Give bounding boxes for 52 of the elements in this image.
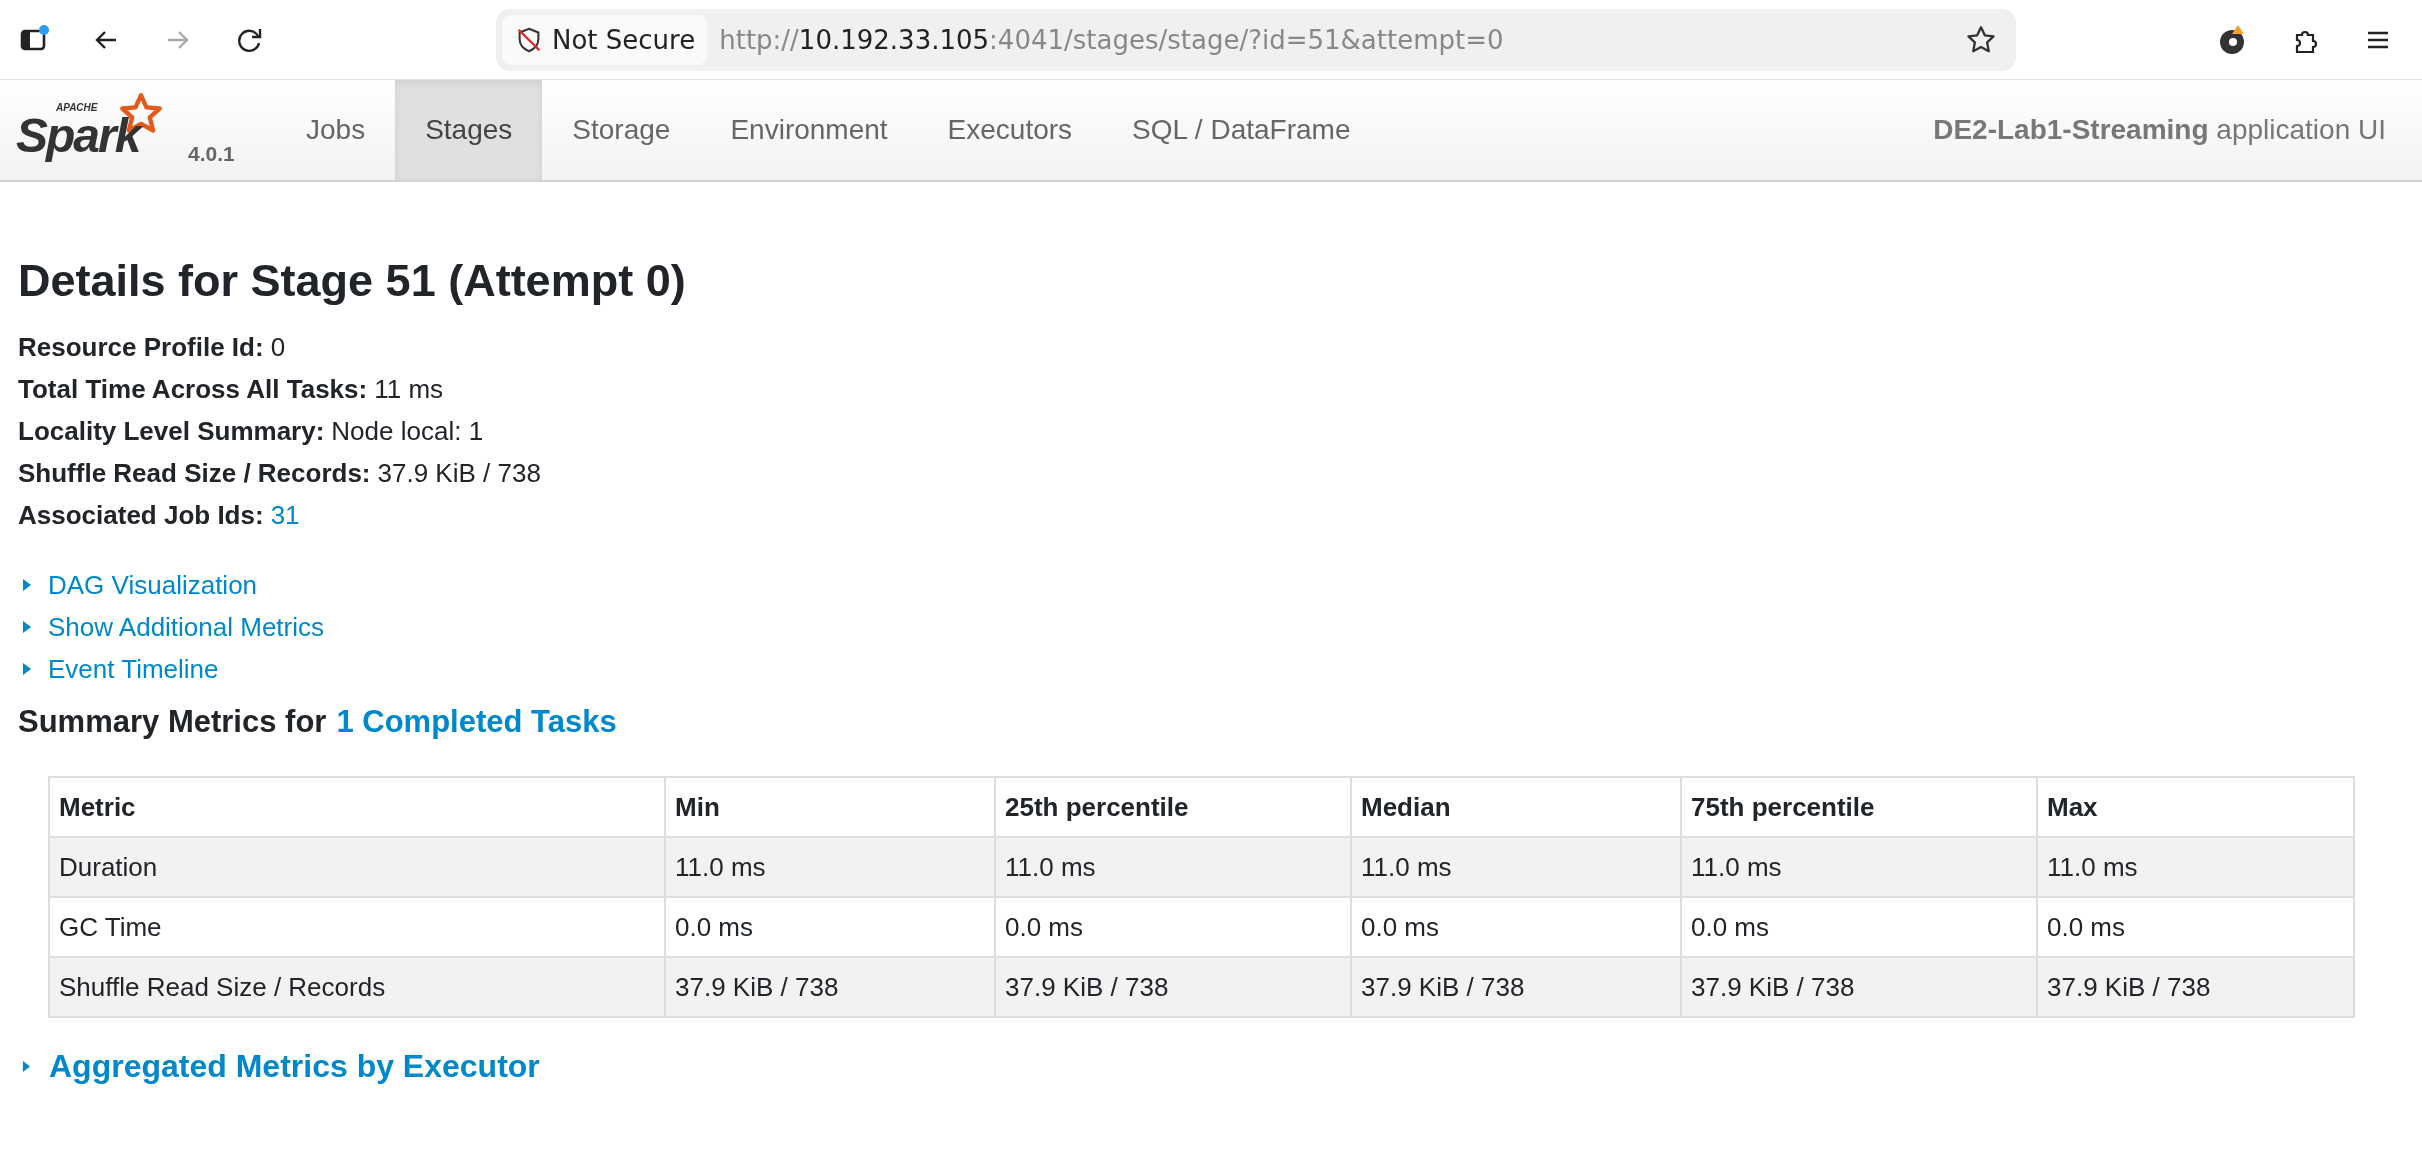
- detail-value: 0: [270, 331, 286, 364]
- detail-label: Resource Profile Id:: [18, 331, 264, 364]
- column-header: 75th percentile: [1681, 777, 2037, 837]
- detail-label: Total Time Across All Tasks:: [18, 373, 368, 406]
- column-header: Metric: [49, 777, 665, 837]
- url-text: http://10.192.33.105:4041/stages/stage/?id=51&attempt=0: [719, 24, 1505, 55]
- table-cell: 37.9 KiB / 738: [2037, 957, 2354, 1017]
- nav-tab[interactable]: Environment: [700, 80, 918, 180]
- column-header: Max: [2037, 777, 2354, 837]
- table-cell: 11.0 ms: [995, 837, 1351, 897]
- page-title: Details for Stage 51 (Attempt 0): [18, 254, 687, 308]
- table-cell: 11.0 ms: [665, 837, 995, 897]
- detail-label: Associated Job Ids:: [18, 499, 264, 532]
- table-cell: 37.9 KiB / 738: [1681, 957, 2037, 1017]
- security-indicator[interactable]: Not Secure: [502, 14, 708, 65]
- caret-right-icon[interactable]: [22, 620, 32, 634]
- address-bar[interactable]: Not Secure http://10.192.33.105:4041/stages/stage/?id=51&attempt=0: [496, 8, 2016, 71]
- security-label: Not Secure: [552, 24, 696, 55]
- nav-tab[interactable]: Stages: [395, 80, 543, 180]
- table-cell: 11.0 ms: [1681, 837, 2037, 897]
- table-cell: Shuffle Read Size / Records: [49, 957, 665, 1017]
- nav-tab[interactable]: Executors: [917, 80, 1103, 180]
- table-cell: 37.9 KiB / 738: [665, 957, 995, 1017]
- caret-right-icon[interactable]: [22, 662, 32, 676]
- version-label: 4.0.1: [188, 142, 235, 166]
- nav-tab[interactable]: Jobs: [276, 80, 396, 180]
- expand-link[interactable]: DAG Visualization: [48, 564, 258, 606]
- table-cell: Duration: [49, 837, 665, 897]
- section-heading: Summary Metrics for: [18, 704, 327, 740]
- expand-link[interactable]: Aggregated Metrics by Executor: [49, 1048, 540, 1085]
- table-cell: 37.9 KiB / 738: [1351, 957, 1681, 1017]
- nav-tab[interactable]: Storage: [542, 80, 701, 180]
- column-header: 25th percentile: [995, 777, 1351, 837]
- completed-tasks-link[interactable]: 1 Completed Tasks: [336, 704, 617, 740]
- table-cell: 37.9 KiB / 738: [995, 957, 1351, 1017]
- caret-right-icon[interactable]: [22, 578, 32, 592]
- detail-link[interactable]: 31: [270, 494, 300, 536]
- detail-value: 37.9 KiB / 738: [377, 457, 541, 490]
- detail-value: 11 ms: [374, 373, 444, 406]
- application-name: DE2-Lab1-Streaming application UI: [1933, 114, 2386, 146]
- detail-label: Shuffle Read Size / Records:: [18, 457, 371, 490]
- nav-tab[interactable]: SQL / DataFrame: [1102, 80, 1381, 180]
- caret-right-icon[interactable]: [22, 1060, 31, 1073]
- expand-link[interactable]: Event Timeline: [48, 648, 219, 690]
- column-header: Median: [1351, 777, 1681, 837]
- column-header: Min: [665, 777, 995, 837]
- table-cell: 11.0 ms: [1351, 837, 1681, 897]
- logo-tagline: APACHE: [56, 102, 98, 113]
- table-cell: 11.0 ms: [2037, 837, 2354, 897]
- detail-label: Locality Level Summary:: [18, 415, 325, 448]
- expand-link[interactable]: Show Additional Metrics: [48, 606, 325, 648]
- detail-value: Node local: 1: [331, 415, 484, 448]
